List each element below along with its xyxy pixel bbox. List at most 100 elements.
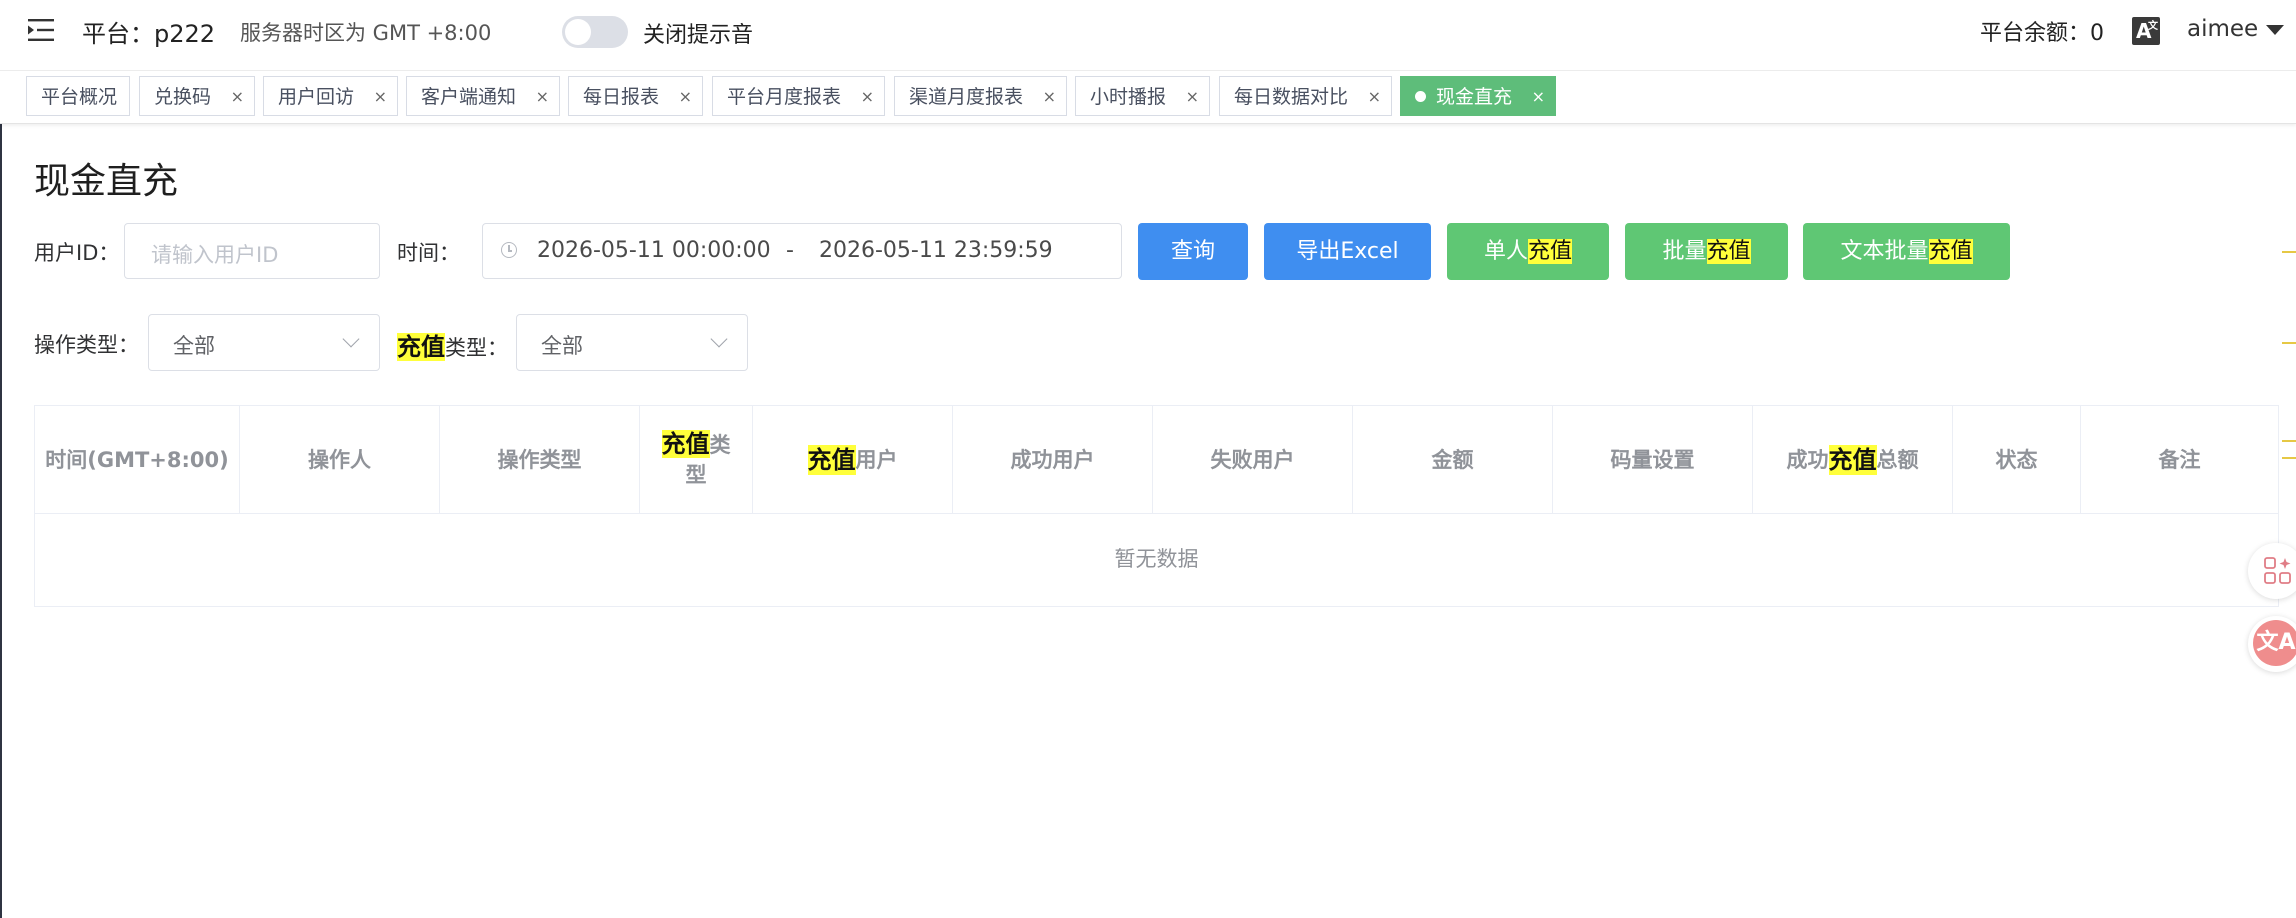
single-recharge-button[interactable]: 单人充值	[1447, 223, 1609, 280]
tag-daily-compare[interactable]: 每日数据对比 ×	[1219, 76, 1392, 116]
time-label: 时间：	[397, 241, 460, 265]
column-header-operator: 操作人	[240, 406, 440, 513]
close-icon[interactable]: ×	[679, 77, 692, 117]
column-header-success-user: 成功用户	[953, 406, 1153, 513]
tags-view-bar: 平台概况 兑换码 × 用户回访 × 客户端通知 × 每日报表 × 平台月度报表 × 渠道月…	[0, 71, 2296, 124]
text-batch-recharge-button[interactable]: 文本批量充值	[1803, 223, 2010, 280]
chevron-down-icon	[710, 330, 728, 348]
edge-marker	[2282, 342, 2296, 344]
op-type-select[interactable]: 全部	[148, 314, 380, 371]
label-highlight: 充值	[397, 333, 445, 361]
records-table: 时间(GMT+8:00) 操作人 操作类型 充值类型 充值 用户 成功用户 失败用…	[34, 405, 2279, 607]
sound-toggle-label: 关闭提示音	[643, 23, 754, 48]
platform-name: 平台：p222	[82, 20, 216, 48]
header-text: 型	[685, 463, 707, 487]
date-start[interactable]: 2026-05-11 00:00:00	[537, 238, 771, 263]
column-header-op-type: 操作类型	[440, 406, 640, 513]
query-button[interactable]: 查询	[1138, 223, 1248, 280]
recharge-type-value: 全部	[541, 334, 583, 358]
page-title: 现金直充	[34, 161, 179, 202]
menu-fold-icon[interactable]	[28, 17, 56, 43]
button-text-highlight: 充值	[1706, 239, 1751, 264]
translate-icon[interactable]: A文	[2132, 17, 2160, 45]
server-timezone: 服务器时区为 GMT +8:00	[240, 21, 492, 45]
user-id-input[interactable]: 请输入用户ID	[124, 223, 380, 279]
floating-apps-button[interactable]	[2248, 543, 2296, 599]
close-icon[interactable]: ×	[536, 77, 549, 117]
edge-marker	[2282, 251, 2296, 253]
close-icon[interactable]: ×	[861, 77, 874, 117]
close-icon[interactable]: ×	[1532, 77, 1545, 117]
clock-icon	[501, 242, 517, 258]
date-separator: -	[786, 238, 794, 263]
username: aimee	[2187, 16, 2259, 42]
close-icon[interactable]: ×	[374, 77, 387, 117]
edge-marker	[2282, 440, 2296, 442]
column-header-time: 时间(GMT+8:00)	[35, 406, 240, 513]
tag-label: 每日数据对比	[1234, 86, 1349, 108]
op-type-label: 操作类型：	[34, 333, 139, 357]
user-id-placeholder: 请输入用户ID	[151, 243, 279, 267]
close-icon[interactable]: ×	[1186, 77, 1199, 117]
close-icon[interactable]: ×	[231, 77, 244, 117]
column-header-recharge-user: 充值 用户	[753, 406, 953, 513]
tag-label: 客户端通知	[421, 86, 517, 108]
export-excel-button[interactable]: 导出Excel	[1264, 223, 1431, 280]
tag-overview[interactable]: 平台概况	[26, 76, 130, 116]
column-header-amount: 金额	[1353, 406, 1553, 513]
left-edge-bar	[0, 0, 2, 918]
label-text: 类型：	[445, 336, 508, 360]
user-menu[interactable]: aimee	[2187, 16, 2285, 42]
tag-daily-report[interactable]: 每日报表 ×	[568, 76, 703, 116]
header-text: 类	[709, 433, 731, 457]
recharge-type-label: 充值类型：	[397, 327, 508, 362]
column-header-status: 状态	[1953, 406, 2081, 513]
chevron-down-icon	[342, 330, 360, 348]
tag-label: 现金直充	[1436, 86, 1513, 108]
apps-icon	[2264, 557, 2291, 584]
tag-cash-recharge[interactable]: 现金直充 ×	[1400, 76, 1556, 116]
close-icon[interactable]: ×	[1368, 77, 1381, 117]
top-header: 平台：p222 服务器时区为 GMT +8:00 关闭提示音 平台余额：0 A文…	[0, 0, 2296, 71]
op-type-value: 全部	[173, 334, 215, 358]
tag-label: 兑换码	[154, 86, 212, 108]
sound-toggle-switch[interactable]	[562, 16, 628, 48]
tag-user-revisit[interactable]: 用户回访 ×	[263, 76, 398, 116]
tag-hourly-broadcast[interactable]: 小时播报 ×	[1075, 76, 1210, 116]
column-header-code-setting: 码量设置	[1553, 406, 1753, 513]
header-highlight: 充值	[807, 444, 856, 475]
batch-recharge-button[interactable]: 批量充值	[1625, 223, 1788, 280]
tag-label: 平台概况	[41, 86, 118, 108]
header-text: 总额	[1876, 447, 1919, 472]
date-end[interactable]: 2026-05-11 23:59:59	[819, 238, 1053, 263]
active-dot-icon	[1415, 91, 1426, 102]
button-text: 单人	[1483, 239, 1528, 264]
translate-icon: 文A	[2253, 620, 2296, 666]
tag-client-notice[interactable]: 客户端通知 ×	[406, 76, 560, 116]
header-highlight: 充值	[661, 430, 710, 458]
button-text-highlight: 充值	[1928, 239, 1973, 264]
tag-label: 每日报表	[583, 86, 660, 108]
tag-platform-monthly[interactable]: 平台月度报表 ×	[712, 76, 885, 116]
header-highlight: 充值	[1828, 444, 1877, 475]
button-text: 文本批量	[1840, 239, 1929, 264]
close-icon[interactable]: ×	[1043, 77, 1056, 117]
tag-label: 渠道月度报表	[909, 86, 1024, 108]
tag-label: 用户回访	[278, 86, 355, 108]
column-header-recharge-type: 充值类型	[640, 406, 753, 513]
tag-channel-monthly[interactable]: 渠道月度报表 ×	[894, 76, 1067, 116]
tag-label: 平台月度报表	[727, 86, 842, 108]
column-header-success-total: 成功 充值 总额	[1753, 406, 1953, 513]
date-range-picker[interactable]: 2026-05-11 00:00:00 - 2026-05-11 23:59:5…	[482, 223, 1122, 279]
header-text: 用户	[855, 447, 898, 472]
recharge-type-select[interactable]: 全部	[516, 314, 748, 371]
button-text-highlight: 充值	[1528, 239, 1573, 264]
tag-label: 小时播报	[1090, 86, 1167, 108]
platform-balance: 平台余额：0	[1980, 21, 2104, 46]
button-text: 批量	[1662, 239, 1707, 264]
user-id-label: 用户ID：	[34, 241, 120, 265]
tag-redeem-code[interactable]: 兑换码 ×	[139, 76, 255, 116]
floating-translate-button[interactable]: 文A	[2248, 616, 2296, 672]
table-header: 时间(GMT+8:00) 操作人 操作类型 充值类型 充值 用户 成功用户 失败用…	[35, 406, 2278, 514]
empty-placeholder: 暂无数据	[1114, 547, 1199, 571]
